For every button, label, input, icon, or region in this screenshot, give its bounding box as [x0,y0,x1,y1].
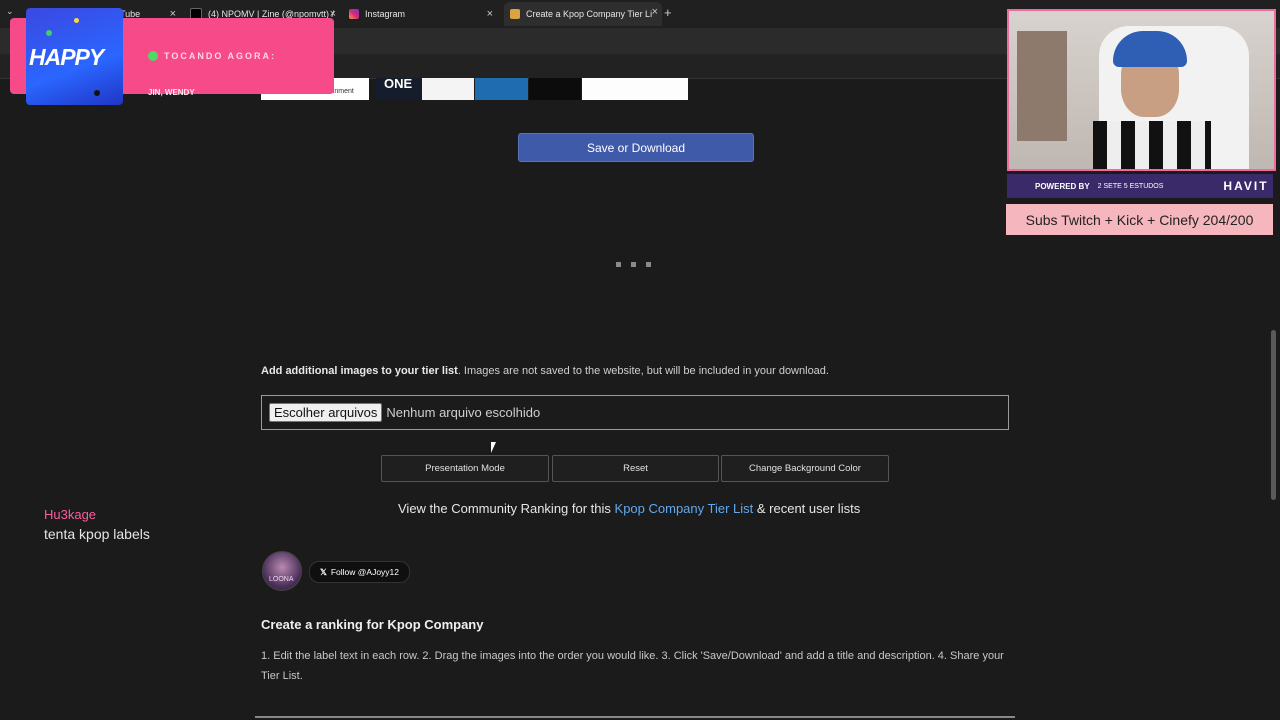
add-images-rest: . Images are not saved to the website, b… [457,365,829,377]
tab-title: Instagram [365,9,406,19]
page-scrollbar[interactable] [1271,330,1276,500]
choose-files-button[interactable]: Escolher arquivos [269,403,383,422]
tier-image[interactable]: ONE [376,76,421,100]
subs-goal: Subs Twitch + Kick + Cinefy 204/200 [1006,204,1273,235]
file-input[interactable]: Escolher arquivos Nenhum arquivo escolhi… [261,395,1009,430]
powered-by-label: POWERED BY [1035,181,1090,191]
loading-dots [616,262,651,267]
add-images-bold: Add additional images to your tier list [261,365,458,377]
instagram-icon [349,9,359,19]
reset-button[interactable]: Reset [552,455,719,482]
file-status: Nenhum arquivo escolhido [386,405,541,420]
change-background-button[interactable]: Change Background Color [721,455,889,482]
tier-image[interactable] [582,78,688,100]
ranking-heading: Create a ranking for Kpop Company [261,617,484,632]
x-logo-icon: 𝕏 [319,566,327,577]
sponsor-banner: POWERED BY 2 SETE 5 ESTUDOS HAVIT [1007,174,1273,198]
tab-search-icon[interactable]: ⌄ [6,6,14,17]
tab-title: Create a Kpop Company Tier Li [526,9,653,19]
follow-label: Follow @AJoyy12 [330,567,399,577]
mouse-cursor-icon [491,442,496,453]
album-cover: HAPPY [26,8,123,105]
tier-image[interactable] [475,78,528,100]
chat-username: Hu3kage [44,507,97,522]
tiermaker-icon [510,9,520,19]
community-suffix: & recent user lists [753,501,861,516]
webcam-feed [1007,9,1276,171]
tab-instagram[interactable]: Instagram × [349,4,497,24]
community-ranking-text: View the Community Ranking for this Kpop… [398,501,860,516]
album-title: HAPPY [29,44,104,70]
spotify-icon [148,51,158,61]
now-playing-label: TOCANDO AGORA: [164,51,276,61]
chat-text: tenta kpop labels [44,526,150,542]
new-tab-button[interactable]: + [664,5,672,20]
avatar-label: LOONA [269,576,294,583]
tier-image[interactable] [529,78,581,100]
tier-image[interactable] [422,78,474,100]
sponsor-one: 2 SETE 5 ESTUDOS [1097,182,1164,190]
now-playing-artist: JIN, WENDY [148,88,195,97]
divider [255,716,1015,718]
presentation-mode-button[interactable]: Presentation Mode [381,455,549,482]
community-ranking-link[interactable]: Kpop Company Tier List [615,501,754,516]
chat-message: Hu3kage tenta kpop labels [44,507,150,542]
close-icon[interactable]: × [652,6,658,18]
community-prefix: View the Community Ranking for this [398,501,615,516]
follow-button[interactable]: 𝕏 Follow @AJoyy12 [309,561,410,583]
save-download-button[interactable]: Save or Download [518,133,754,162]
close-icon[interactable]: × [487,8,493,20]
tier-image-label: ONE [384,76,413,91]
add-images-text: Add additional images to your tier list.… [261,365,829,377]
author-avatar[interactable]: LOONA [262,551,302,591]
tab-tier-list[interactable]: Create a Kpop Company Tier Li × [504,2,662,26]
instructions-text: 1. Edit the label text in each row. 2. D… [261,650,1004,682]
sponsor-two: HAVIT [1223,179,1269,193]
